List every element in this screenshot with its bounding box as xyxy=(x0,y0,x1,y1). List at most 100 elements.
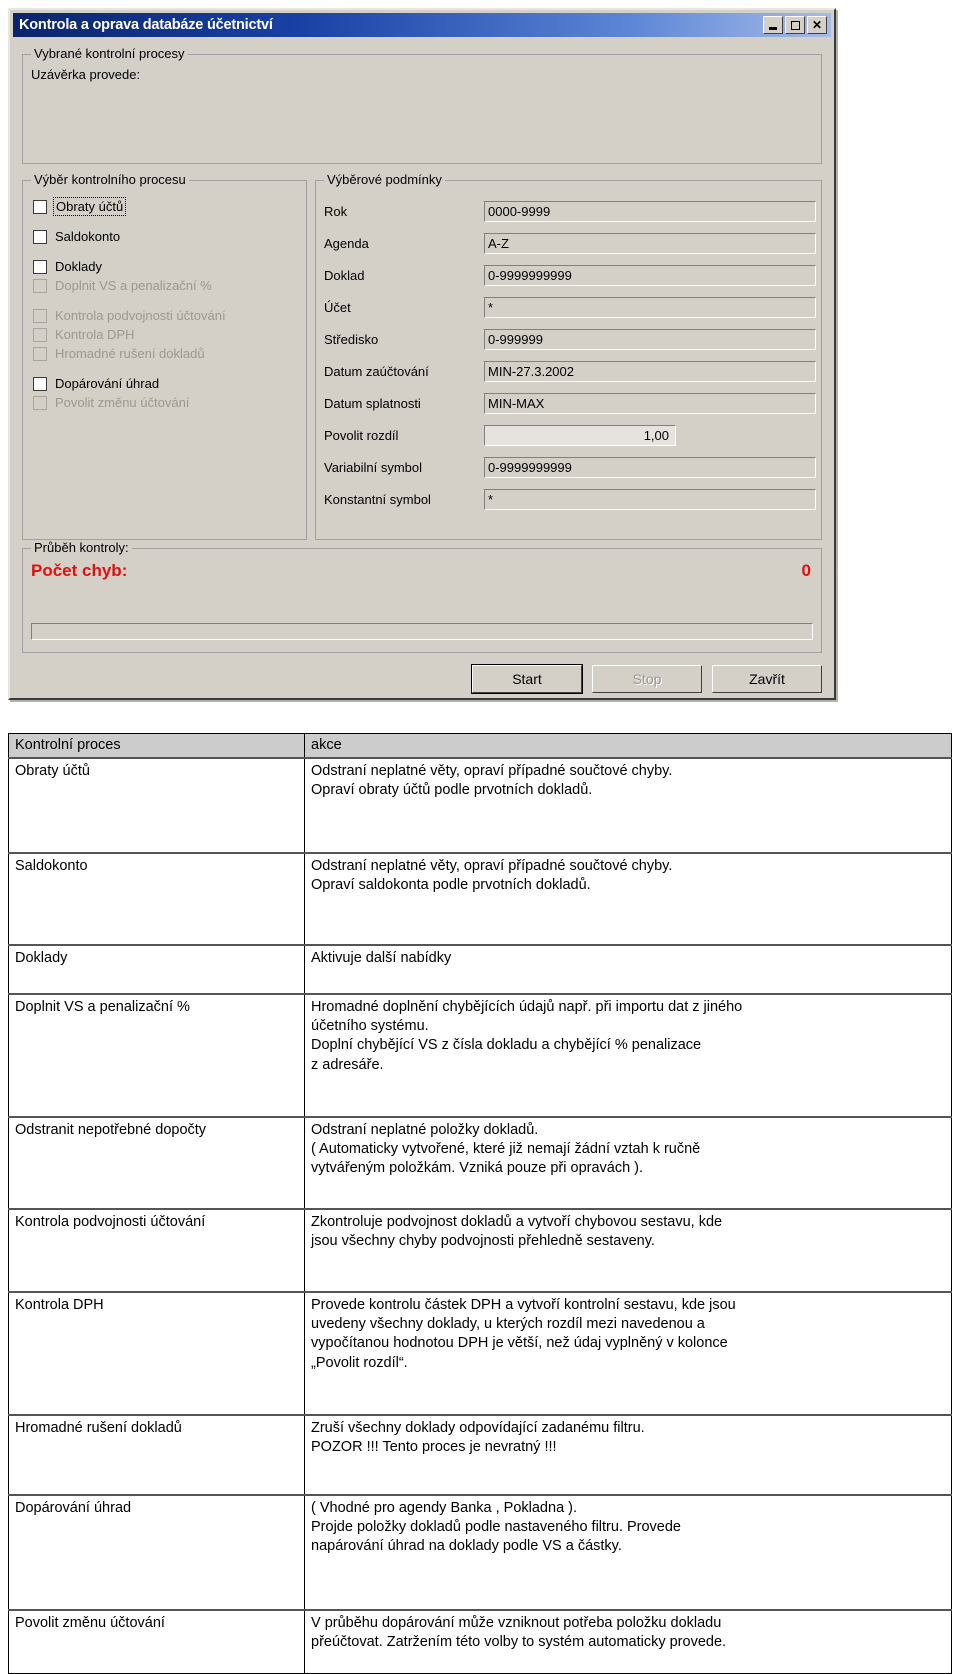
filter-field-input[interactable]: 1,00 xyxy=(484,424,676,446)
cell-action-text: V průběhu dopárování může vzniknout potř… xyxy=(311,1615,727,1651)
checkbox-label: Doplnit VS a penalizační % xyxy=(55,278,212,293)
cell-action-text: Odstraní neplatné věty, opraví případné … xyxy=(311,763,673,799)
cell-action: V průběhu dopárování může vzniknout potř… xyxy=(304,1609,952,1674)
check-progress-group: Průběh kontroly: Počet chyb: 0 xyxy=(22,540,822,653)
maximize-button[interactable] xyxy=(785,16,805,34)
checkbox-icon xyxy=(33,308,47,323)
filter-conditions-group: Výběrové podmínky Rok 0000-9999 Agenda A-Z D… xyxy=(315,172,822,540)
filter-field-input[interactable]: * xyxy=(484,488,816,510)
filter-field-input[interactable]: * xyxy=(484,296,816,318)
checkbox-icon[interactable] xyxy=(33,199,47,214)
cell-action-text: Zkontroluje podvojnost dokladů a vytvoří… xyxy=(311,1214,723,1250)
error-count-label: Počet chyb: xyxy=(31,561,128,580)
table-row: Dopárování úhrad( Vhodné pro agendy Bank… xyxy=(8,1494,952,1611)
start-button[interactable]: Start xyxy=(471,664,583,694)
cell-process: Saldokonto xyxy=(8,852,305,946)
process-checkbox-list: Obraty účtů Saldokonto Doklady Doplnit VS a… xyxy=(33,197,226,412)
filter-field-row: Středisko 0-999999 xyxy=(324,323,816,355)
filter-field-label: Datum splatnosti xyxy=(324,395,421,411)
stop-button: Stop xyxy=(592,665,702,693)
cell-action: ( Vhodné pro agendy Banka , Pokladna ). … xyxy=(304,1494,952,1611)
filter-field-label: Doklad xyxy=(324,267,365,283)
window-controls: ✕ xyxy=(763,16,831,34)
cell-action-text: Aktivuje další nabídky xyxy=(311,950,452,967)
filter-field-label: Středisko xyxy=(324,331,379,347)
filter-field-input[interactable]: MIN-MAX xyxy=(484,392,816,414)
cell-action-text: ( Vhodné pro agendy Banka , Pokladna ). … xyxy=(311,1500,681,1555)
close-button[interactable]: ✕ xyxy=(807,16,827,34)
cell-action-text: Zruší všechny doklady odpovídající zadan… xyxy=(311,1420,645,1456)
filter-field-row: Rok 0000-9999 xyxy=(324,195,816,227)
cell-action: Aktivuje další nabídky xyxy=(304,944,952,995)
filter-field-input[interactable]: MIN-27.3.2002 xyxy=(484,360,816,382)
checkbox-label: Doklady xyxy=(55,259,102,274)
check-progress-title: Průběh kontroly: xyxy=(31,540,132,555)
table-row: Saldokonto Odstraní neplatné věty, opraví… xyxy=(8,852,952,946)
checkbox-label: Obraty účtů xyxy=(52,197,127,216)
process-checkbox-row: Kontrola podvojnosti účtování xyxy=(33,306,226,325)
minimize-icon xyxy=(769,27,777,30)
checkbox-label: Kontrola DPH xyxy=(55,327,135,342)
filter-field-input[interactable]: A-Z xyxy=(484,232,816,254)
checkbox-icon[interactable] xyxy=(33,259,47,274)
process-selection-group: Výběr kontrolního procesu Obraty účtů Sal… xyxy=(22,172,307,540)
table-row: Odstranit nepotřebné dopočty Odstraní nep… xyxy=(8,1116,952,1210)
checkbox-icon xyxy=(33,278,47,293)
minimize-button[interactable] xyxy=(763,16,783,34)
cell-process: Hromadné rušení dokladů xyxy=(8,1414,305,1496)
cell-process: Povolit změnu účtování xyxy=(8,1609,305,1674)
filter-field-label: Rok xyxy=(324,203,348,219)
filter-field-row: Datum splatnosti MIN-MAX xyxy=(324,387,816,419)
filter-field-input[interactable]: 0000-9999 xyxy=(484,200,816,222)
maximize-icon xyxy=(790,20,800,30)
cell-process: Dopárování úhrad xyxy=(8,1494,305,1611)
cell-process: Kontrola DPH xyxy=(8,1291,305,1416)
filter-field-row: Datum zaúčtování MIN-27.3.2002 xyxy=(324,355,816,387)
cell-process: Kontrola podvojnosti účtování xyxy=(8,1208,305,1293)
zavt-button[interactable]: Zavřít xyxy=(712,665,822,693)
checkbox-icon[interactable] xyxy=(33,229,47,244)
filter-field-input[interactable]: 0-9999999999 xyxy=(484,456,816,478)
table-row: Hromadné rušení dokladů Zruší všechny dok… xyxy=(8,1414,952,1496)
cell-process: Odstranit nepotřebné dopočty xyxy=(8,1116,305,1210)
dialog-button-row: Start Stop Zavřít xyxy=(22,664,822,694)
table-row: Obraty účtů Odstraní neplatné věty, oprav… xyxy=(8,757,952,854)
process-checkbox-row[interactable]: Doklady xyxy=(33,257,226,276)
filter-field-label: Účet xyxy=(324,299,351,315)
process-checkbox-row: Hromadné rušení dokladů xyxy=(33,344,226,363)
cell-action: Hromadné doplnění chybějících údajů např… xyxy=(304,993,952,1118)
process-checkbox-row: Doplnit VS a penalizační % xyxy=(33,276,226,295)
filter-field-label: Agenda xyxy=(324,235,369,251)
cell-action-text: Hromadné doplnění chybějících údajů např… xyxy=(311,999,743,1073)
checkbox-icon[interactable] xyxy=(33,376,47,391)
header-process: Kontrolní proces xyxy=(8,733,305,760)
checkbox-label: Dopárování úhrad xyxy=(55,376,160,391)
filter-field-input[interactable]: 0-999999 xyxy=(484,328,816,350)
filter-field-label: Konstantní symbol xyxy=(324,491,431,507)
checkbox-label: Hromadné rušení dokladů xyxy=(55,346,205,361)
title-bar: Kontrola a oprava databáze účetnictví ✕ xyxy=(13,13,831,37)
cell-action-text: Provede kontrolu částek DPH a vytvoří ko… xyxy=(311,1297,736,1371)
checkbox-label: Kontrola podvojnosti účtování xyxy=(55,308,226,323)
process-checkbox-row[interactable]: Saldokonto xyxy=(33,227,226,246)
process-checkbox-row: Povolit změnu účtování xyxy=(33,393,226,412)
checkbox-label: Saldokonto xyxy=(55,229,121,244)
screenshot-region: Kontrola a oprava databáze účetnictví ✕ … xyxy=(0,0,960,718)
selected-processes-text: Uzávěrka provede: xyxy=(31,67,141,82)
header-action: akce xyxy=(304,733,952,760)
selected-processes-title: Vybrané kontrolní procesy xyxy=(31,46,188,61)
process-checkbox-row[interactable]: Dopárování úhrad xyxy=(33,374,226,393)
process-checkbox-row: Kontrola DPH xyxy=(33,325,226,344)
table-body: Obraty účtů Odstraní neplatné věty, oprav… xyxy=(8,757,952,1674)
table-row: Doplnit VS a penalizační % Hromadné dopln… xyxy=(8,993,952,1118)
cell-action: Odstraní neplatné věty, opraví případné … xyxy=(304,757,952,854)
filter-field-row: Konstantní symbol * xyxy=(324,483,816,515)
filter-conditions-title: Výběrové podmínky xyxy=(324,172,445,187)
process-checkbox-row[interactable]: Obraty účtů xyxy=(33,197,226,216)
table-header-row: Kontrolní proces akce xyxy=(8,733,952,760)
filter-field-input[interactable]: 0-9999999999 xyxy=(484,264,816,286)
filter-field-row: Doklad 0-9999999999 xyxy=(324,259,816,291)
selected-processes-group: Vybrané kontrolní procesy Uzávěrka prove… xyxy=(22,46,822,164)
checkbox-icon xyxy=(33,327,47,342)
filter-field-label: Povolit rozdíl xyxy=(324,427,399,443)
